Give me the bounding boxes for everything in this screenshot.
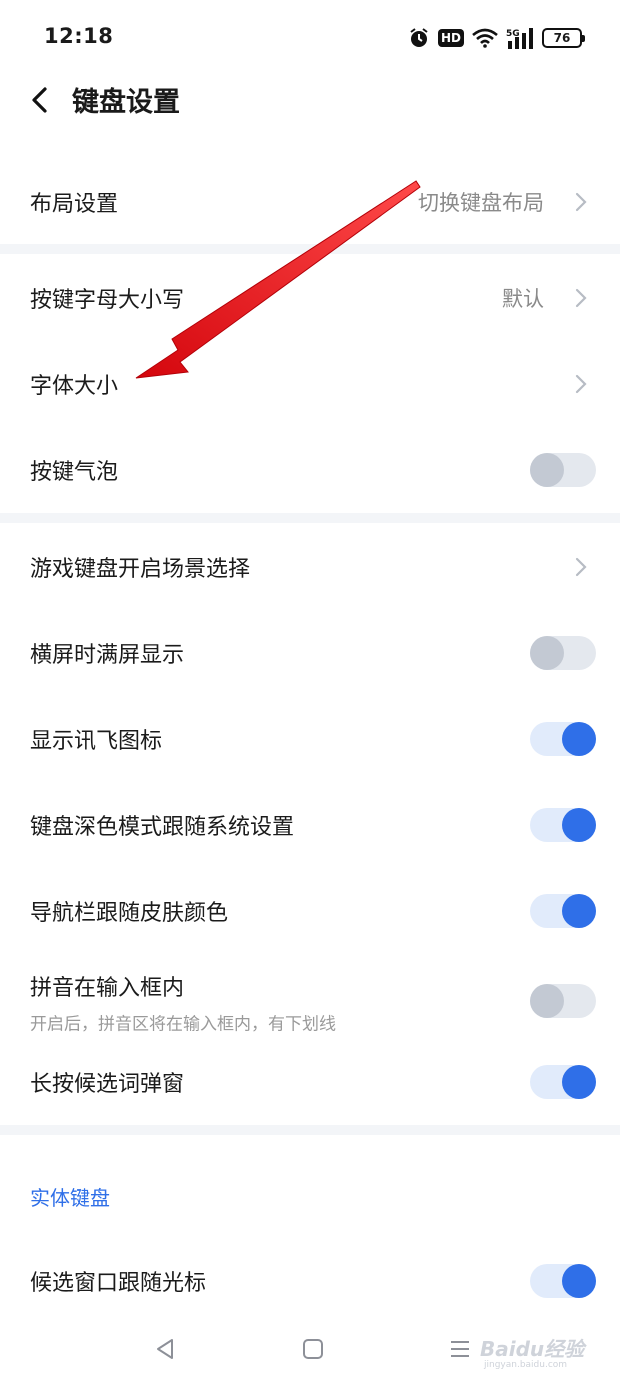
row-label: 布局设置 (30, 192, 119, 217)
toggle-knob (562, 894, 596, 928)
title-bar: 键盘设置 (0, 76, 620, 126)
pinyin-inline-toggle[interactable] (530, 984, 596, 1018)
toggle-knob (562, 1065, 596, 1099)
row-label: 游戏键盘开启场景选择 (30, 557, 251, 582)
candidate-follow-cursor-row: 候选窗口跟随光标 (0, 1238, 620, 1324)
row-label: 字体大小 (30, 374, 119, 399)
back-arrow-icon[interactable] (24, 82, 60, 118)
toggle-knob (562, 1264, 596, 1298)
dark-mode-follow-toggle[interactable] (530, 808, 596, 842)
section-divider (0, 1125, 620, 1135)
row-label: 长按候选词弹窗 (30, 1072, 185, 1097)
status-icons: HD 5G 76 (408, 24, 585, 52)
section-heading-physical-keyboard: 实体键盘 (30, 1186, 110, 1210)
status-bar: 12:18 HD 5G 76 (0, 0, 620, 76)
watermark-logo: Baidu经验 (480, 1337, 585, 1361)
dark-mode-follow-row: 键盘深色模式跟随系统设置 (0, 782, 620, 868)
alarm-icon (410, 28, 428, 47)
battery-icon: 76 (542, 28, 585, 48)
wifi-icon (472, 28, 498, 48)
toggle-knob (530, 984, 564, 1018)
chevron-right-icon (575, 557, 587, 577)
key-bubble-row: 按键气泡 (0, 427, 620, 513)
landscape-fullscreen-row: 横屏时满屏显示 (0, 610, 620, 696)
letter-case-row[interactable]: 按键字母大小写 默认 (0, 255, 620, 341)
chevron-right-icon (575, 288, 587, 308)
square-home-icon (303, 1339, 323, 1359)
navbar-follow-skin-row: 导航栏跟随皮肤颜色 (0, 868, 620, 954)
game-keyboard-row[interactable]: 游戏键盘开启场景选择 (0, 524, 620, 610)
row-value: 默认 (502, 287, 544, 311)
landscape-fullscreen-toggle[interactable] (530, 636, 596, 670)
nav-back-button[interactable] (145, 1332, 185, 1366)
signal-icon: 5G (506, 28, 533, 49)
navbar-follow-skin-toggle[interactable] (530, 894, 596, 928)
section-divider (0, 244, 620, 254)
row-label: 显示讯飞图标 (30, 729, 163, 754)
key-bubble-toggle[interactable] (530, 453, 596, 487)
row-label: 拼音在输入框内 (30, 975, 185, 1001)
toggle-knob (562, 722, 596, 756)
long-press-popup-toggle[interactable] (530, 1065, 596, 1099)
nav-home-button[interactable] (293, 1332, 333, 1366)
battery-level: 76 (553, 31, 571, 45)
watermark-url: jingyan.baidu.com (484, 1360, 568, 1370)
triangle-back-icon (157, 1339, 173, 1359)
toggle-knob (530, 453, 564, 487)
row-label: 候选窗口跟随光标 (30, 1271, 207, 1296)
long-press-popup-row: 长按候选词弹窗 (0, 1039, 620, 1125)
page-title: 键盘设置 (72, 87, 180, 118)
font-size-row[interactable]: 字体大小 (0, 341, 620, 427)
toggle-knob (562, 808, 596, 842)
chevron-right-icon (575, 374, 587, 394)
chevron-right-icon (575, 192, 587, 212)
layout-settings-row[interactable]: 布局设置 切换键盘布局 (0, 159, 620, 245)
row-label: 按键气泡 (30, 460, 119, 485)
row-label: 键盘深色模式跟随系统设置 (30, 815, 295, 840)
show-xunfei-icon-toggle[interactable] (530, 722, 596, 756)
row-label: 按键字母大小写 (30, 288, 185, 313)
show-xunfei-icon-row: 显示讯飞图标 (0, 696, 620, 782)
nav-recents-button[interactable] (440, 1332, 480, 1366)
pinyin-inline-row: 拼音在输入框内 开启后，拼音区将在输入框内，有下划线 (0, 954, 620, 1048)
row-label: 导航栏跟随皮肤颜色 (30, 901, 229, 926)
section-divider (0, 513, 620, 523)
row-label: 横屏时满屏显示 (30, 643, 185, 668)
toggle-knob (530, 636, 564, 670)
menu-lines-icon (451, 1341, 469, 1357)
status-time: 12:18 (44, 24, 114, 48)
row-value: 切换键盘布局 (418, 191, 544, 215)
row-description: 开启后，拼音区将在输入框内，有下划线 (30, 1014, 336, 1035)
candidate-follow-cursor-toggle[interactable] (530, 1264, 596, 1298)
hd-icon: HD (437, 29, 464, 47)
